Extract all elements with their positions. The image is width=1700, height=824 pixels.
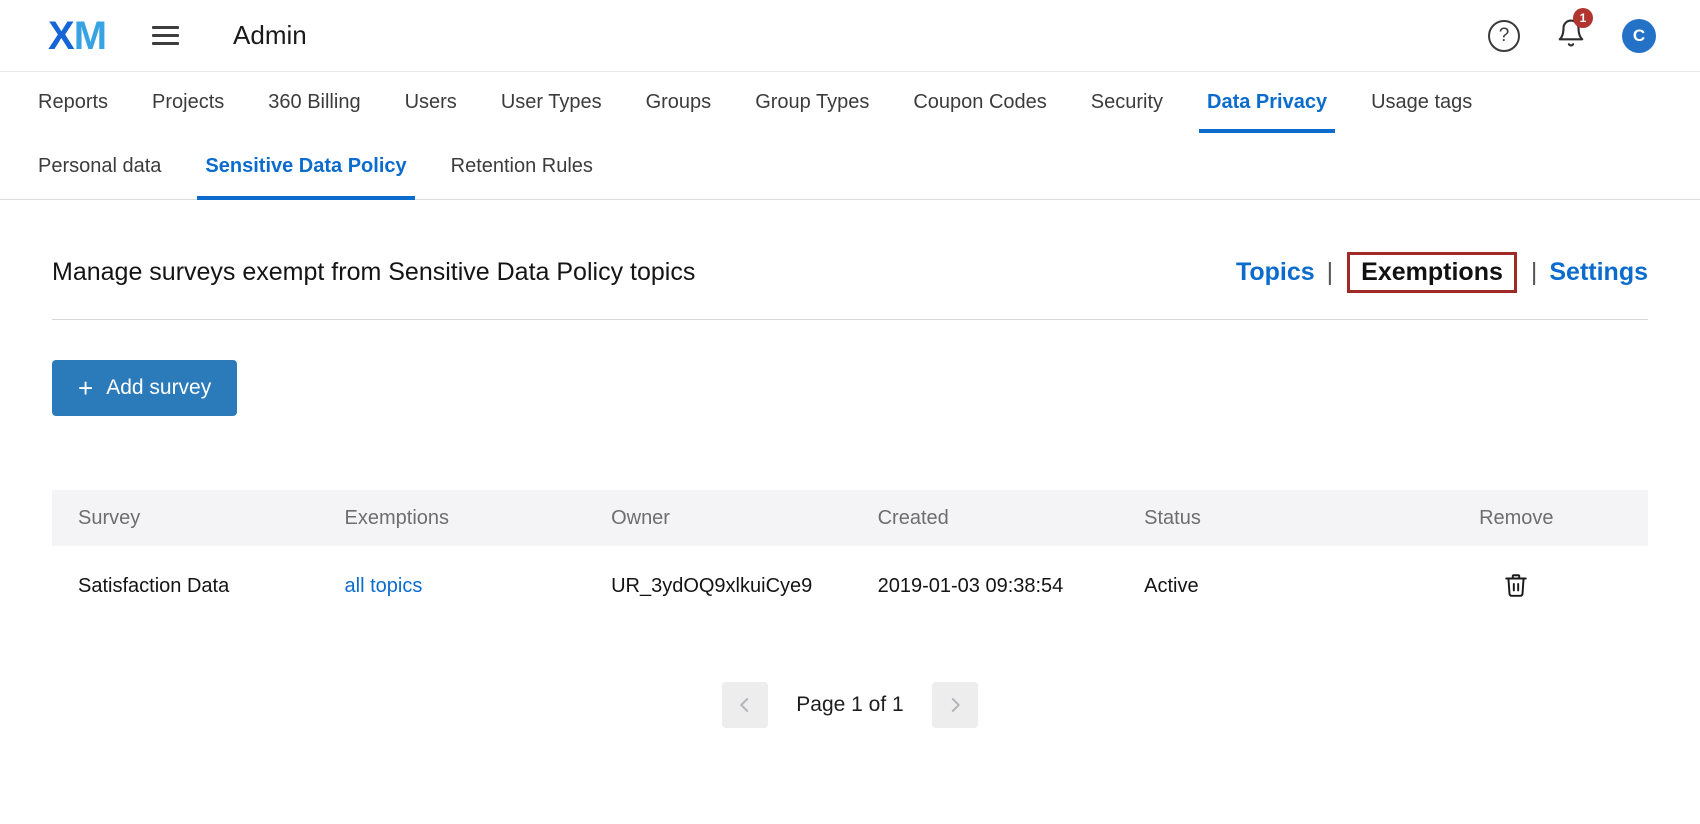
col-header-status: Status bbox=[1118, 507, 1385, 530]
table-row: Satisfaction Data all topics UR_3ydOQ9xl… bbox=[52, 546, 1648, 626]
chevron-right-icon bbox=[946, 696, 964, 714]
col-header-remove: Remove bbox=[1385, 507, 1648, 530]
heading-divider bbox=[52, 319, 1648, 320]
notification-badge: 1 bbox=[1573, 8, 1593, 28]
cell-status: Active bbox=[1118, 575, 1385, 598]
next-page-button[interactable] bbox=[932, 682, 978, 728]
admin-nav: Reports Projects 360 Billing Users User … bbox=[0, 72, 1700, 133]
topbar-actions: ? 1 C bbox=[1488, 17, 1656, 54]
nav-tab-users[interactable]: Users bbox=[383, 72, 479, 133]
col-header-exemptions: Exemptions bbox=[319, 507, 586, 530]
table-header-row: Survey Exemptions Owner Created Status R… bbox=[52, 490, 1648, 546]
nav-tab-security[interactable]: Security bbox=[1069, 72, 1185, 133]
cell-exemptions-link[interactable]: all topics bbox=[319, 575, 586, 598]
page-title: Admin bbox=[233, 20, 307, 51]
nav-tab-360-billing[interactable]: 360 Billing bbox=[246, 72, 382, 133]
main-content: Manage surveys exempt from Sensitive Dat… bbox=[0, 252, 1700, 728]
cell-created: 2019-01-03 09:38:54 bbox=[852, 575, 1119, 598]
nav-tab-groups[interactable]: Groups bbox=[624, 72, 734, 133]
plus-icon: + bbox=[78, 375, 93, 401]
chevron-left-icon bbox=[736, 696, 754, 714]
separator: | bbox=[1531, 258, 1538, 287]
top-bar: XM Admin ? 1 C bbox=[0, 0, 1700, 72]
separator: | bbox=[1327, 258, 1334, 287]
cell-survey-name: Satisfaction Data bbox=[52, 575, 319, 598]
subnav-tab-retention-rules[interactable]: Retention Rules bbox=[429, 133, 615, 199]
nav-tab-usage-tags[interactable]: Usage tags bbox=[1349, 72, 1494, 133]
trash-icon bbox=[1503, 571, 1529, 599]
nav-tab-user-types[interactable]: User Types bbox=[479, 72, 624, 133]
add-survey-button[interactable]: + Add survey bbox=[52, 360, 237, 416]
subnav-tab-personal-data[interactable]: Personal data bbox=[16, 133, 183, 199]
cell-owner: UR_3ydOQ9xlkuiCye9 bbox=[585, 575, 852, 598]
nav-tab-projects[interactable]: Projects bbox=[130, 72, 246, 133]
settings-link[interactable]: Settings bbox=[1549, 258, 1648, 287]
exemptions-table: Survey Exemptions Owner Created Status R… bbox=[52, 490, 1648, 626]
topics-link[interactable]: Topics bbox=[1236, 258, 1315, 287]
avatar[interactable]: C bbox=[1622, 19, 1656, 53]
section-heading: Manage surveys exempt from Sensitive Dat… bbox=[52, 258, 695, 287]
nav-tab-reports[interactable]: Reports bbox=[16, 72, 130, 133]
col-header-owner: Owner bbox=[585, 507, 852, 530]
help-icon[interactable]: ? bbox=[1488, 20, 1520, 52]
heading-row: Manage surveys exempt from Sensitive Dat… bbox=[52, 252, 1648, 293]
xm-logo-m: M bbox=[74, 14, 106, 58]
xm-logo-x: X bbox=[48, 14, 74, 58]
col-header-created: Created bbox=[852, 507, 1119, 530]
pagination: Page 1 of 1 bbox=[52, 682, 1648, 728]
previous-page-button[interactable] bbox=[722, 682, 768, 728]
nav-tab-data-privacy[interactable]: Data Privacy bbox=[1185, 72, 1349, 133]
page-indicator: Page 1 of 1 bbox=[796, 693, 903, 717]
subnav-tab-sensitive-data-policy[interactable]: Sensitive Data Policy bbox=[183, 133, 428, 199]
data-privacy-subnav: Personal data Sensitive Data Policy Rete… bbox=[0, 133, 1700, 200]
remove-survey-button[interactable] bbox=[1499, 567, 1533, 606]
nav-tab-group-types[interactable]: Group Types bbox=[733, 72, 891, 133]
exemptions-link[interactable]: Exemptions bbox=[1347, 252, 1517, 293]
add-survey-label: Add survey bbox=[106, 376, 211, 400]
xm-logo: XM bbox=[48, 16, 106, 56]
hamburger-menu-icon[interactable] bbox=[152, 21, 179, 50]
nav-tab-coupon-codes[interactable]: Coupon Codes bbox=[891, 72, 1068, 133]
col-header-survey: Survey bbox=[52, 507, 319, 530]
view-switcher: Topics | Exemptions | Settings bbox=[1236, 252, 1648, 293]
notification-bell-icon[interactable]: 1 bbox=[1556, 17, 1586, 54]
